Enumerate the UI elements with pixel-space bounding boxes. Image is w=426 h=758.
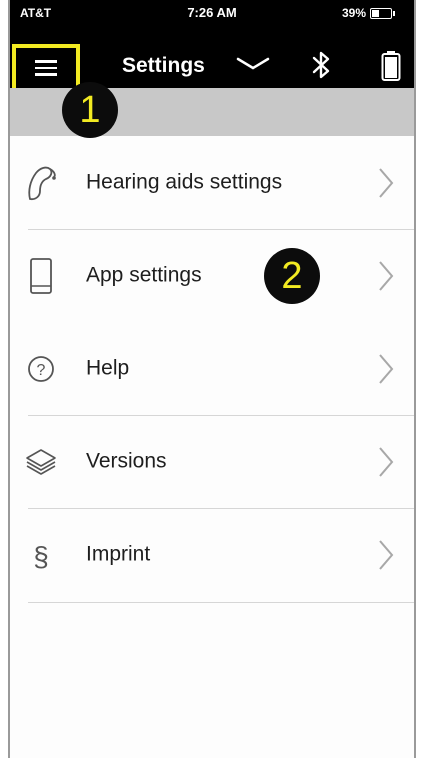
hamburger-icon (35, 60, 57, 76)
list-item-hearing-aids-settings[interactable]: Hearing aids settings (10, 136, 414, 229)
chevron-right-icon (379, 446, 394, 477)
list-item-label: App settings (86, 263, 202, 287)
list-divider (28, 415, 414, 416)
hearing-aid-icon (24, 163, 58, 203)
chevron-right-icon (379, 539, 394, 570)
list-item-versions[interactable]: Versions (10, 415, 414, 508)
chevron-right-icon (379, 260, 394, 291)
list-divider (28, 229, 414, 230)
chevron-right-icon (379, 353, 394, 384)
layers-icon (24, 442, 58, 482)
list-divider (28, 602, 414, 603)
battery-percent: 39% (341, 6, 366, 20)
svg-text:?: ? (37, 362, 46, 379)
list-item-label: Versions (86, 449, 167, 473)
question-icon: ? (24, 349, 58, 389)
svg-text:§: § (33, 541, 49, 572)
list-item-imprint[interactable]: § Imprint (10, 508, 414, 601)
list-item-help[interactable]: ? Help (10, 322, 414, 415)
list-item-app-settings[interactable]: App settings (10, 229, 414, 322)
section-icon: § (24, 535, 58, 575)
step-badge-1: 1 (62, 82, 118, 138)
step-badge-2: 2 (264, 248, 320, 304)
list-item-label: Hearing aids settings (86, 170, 283, 194)
chevron-down-icon[interactable] (236, 54, 270, 74)
status-battery-icon (370, 8, 395, 19)
nav-bar: Settings (10, 26, 414, 92)
chevron-right-icon (379, 167, 394, 198)
hamburger-menu-button[interactable] (12, 44, 80, 92)
phone-screen: AT&T 7:26 AM 39% Settings 1 Hearing aids… (8, 0, 416, 758)
page-title: Settings (122, 54, 205, 77)
device-battery-icon[interactable] (380, 50, 402, 82)
settings-list: Hearing aids settings App settings ? Hel… (10, 136, 414, 603)
list-item-label: Help (86, 356, 130, 380)
status-bar: AT&T 7:26 AM 39% (10, 0, 414, 26)
list-divider (28, 508, 414, 509)
bluetooth-icon[interactable] (310, 50, 332, 80)
list-item-label: Imprint (86, 542, 151, 566)
phone-icon (24, 256, 58, 296)
